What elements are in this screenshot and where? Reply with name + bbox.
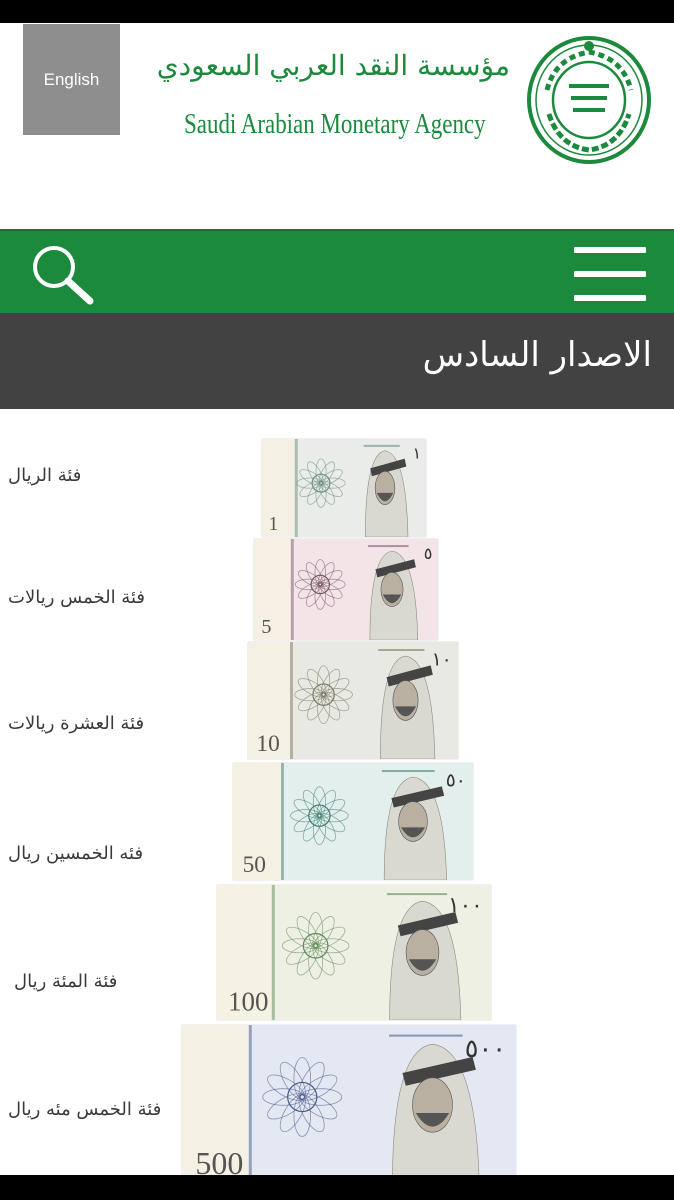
section-header: الاصدار السادس [0, 313, 674, 409]
brand-name-arabic: مؤسسة النقد العربي السعودي [156, 49, 510, 82]
status-bar [0, 0, 674, 23]
banknote-arabic-numeral: ٥٠٠ [465, 1034, 506, 1064]
denomination-label[interactable]: فئة الريال [8, 465, 81, 486]
banknote-image[interactable]: 1١ [262, 439, 426, 537]
brand-name-english: Saudi Arabian Monetary Agency [184, 109, 486, 140]
hamburger-menu-icon[interactable] [574, 245, 648, 305]
menu-line [574, 271, 646, 277]
banknote-arabic-numeral: ٥ [424, 544, 433, 563]
page-title: الاصدار السادس [422, 335, 652, 375]
nav-bar [0, 229, 674, 313]
bottom-bar [0, 1175, 674, 1200]
banknote-arabic-numeral: ١٠ [432, 649, 452, 670]
banknote-arabic-numeral: ١ [413, 444, 421, 463]
search-icon[interactable] [28, 243, 100, 305]
banknote-image[interactable]: 500 ٥٠٠ [182, 1025, 516, 1175]
denomination-label[interactable]: فئة العشرة ريالات [8, 713, 144, 734]
banknote-list: فئة الريال 1 ١ فئة الخمس ريالات 5 ٥ فئة العشرة… [0, 409, 674, 1175]
banknote-numeral: 5 [261, 616, 271, 638]
banknote-arabic-numeral: ٥٠ [446, 770, 466, 791]
menu-line [574, 247, 646, 253]
banknote-numeral: 10 [256, 731, 279, 757]
banknote-image[interactable]: 50 ٥٠ [233, 763, 473, 880]
banknote-numeral: 100 [228, 987, 268, 1017]
sama-seal-icon [525, 30, 653, 166]
language-switch-button[interactable]: English [23, 24, 120, 135]
denomination-label[interactable]: فئة الخمس ريالات [8, 587, 145, 608]
banknote-arabic-numeral: ١٠٠ [448, 893, 483, 918]
banknote-image[interactable]: 10 ١٠ [248, 642, 458, 759]
menu-line [574, 295, 646, 301]
banknote-numeral: 50 [243, 852, 266, 878]
page: English مؤسسة النقد العربي السعودي Saudi… [0, 23, 674, 1175]
denomination-label[interactable]: فئه الخمسين ريال [8, 843, 143, 864]
banknote-numeral: 500 [195, 1145, 243, 1175]
banknote-image[interactable]: 5٥ [254, 539, 438, 640]
site-header: English مؤسسة النقد العربي السعودي Saudi… [0, 23, 674, 229]
banknote-image[interactable]: 100 ١٠٠ [217, 885, 491, 1020]
denomination-label[interactable]: فئة المئة ريال [14, 971, 117, 992]
banknote-numeral: 1 [269, 514, 279, 535]
denomination-label[interactable]: فئة الخمس مئه ريال [8, 1099, 161, 1120]
